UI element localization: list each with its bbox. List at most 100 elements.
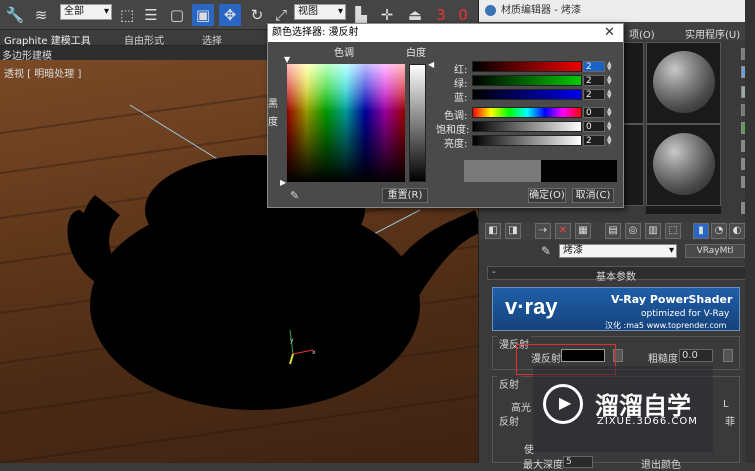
reference-coord-dropdown[interactable]: 视图 ▾ (294, 4, 346, 20)
eyedropper-icon[interactable]: ✎ (290, 189, 299, 202)
teapot-spout (395, 210, 482, 310)
color-picker-title: 颜色选择器: 漫反射 (272, 27, 359, 38)
chevron-down-icon: ▾ (103, 6, 109, 17)
rect-select-icon[interactable]: ▢ (166, 4, 188, 26)
material-name-field[interactable]: 烤漆 ▾ (559, 244, 677, 258)
select-by-name-icon[interactable]: ☰ (140, 4, 162, 26)
roughness-map-button[interactable] (723, 349, 733, 362)
whiteness-marker-icon[interactable]: ◀ (428, 60, 434, 69)
eyedropper-icon[interactable]: ✎ (541, 244, 551, 258)
move-icon[interactable]: ✥ (219, 4, 241, 26)
vray-banner: v·ray V-Ray PowerShader optimized for V-… (492, 287, 740, 331)
menu-item-option[interactable]: 项(O) (629, 26, 655, 41)
whiteness-header: 白度 (406, 48, 426, 59)
rollout-collapse-icon: - (492, 267, 496, 278)
material-editor-titlebar: 材质编辑器 - 烤漆 (479, 0, 755, 22)
svg-text:x: x (312, 349, 316, 356)
sample-slot-row (646, 206, 721, 214)
pick-material-icon[interactable]: ◐ (729, 223, 745, 239)
reflect-label: 反射 (499, 417, 519, 428)
chevron-down-icon: ▾ (668, 245, 674, 256)
saturation-slider[interactable] (472, 121, 582, 132)
color-picker-dialog: 颜色选择器: 漫反射 ✕ 色调 白度 黑度 ▼ ▶ ◀ ✎ 重置(R) 红: 2… (267, 23, 624, 208)
material-type-button[interactable]: VRayMtl (685, 244, 745, 258)
value-spinner[interactable]: 2 (583, 135, 605, 146)
blackness-label: 黑度 (268, 99, 278, 128)
new-color-swatch (541, 160, 617, 182)
show-map-icon[interactable]: ▥ (645, 223, 661, 239)
assign-material-icon[interactable]: ◨ (505, 223, 521, 239)
editor-scrollbar[interactable] (745, 0, 755, 463)
red-spinner[interactable]: 2 (583, 61, 605, 72)
tab-freeform[interactable]: 自由形式 (124, 32, 164, 47)
go-forward-icon[interactable]: ◔ (711, 223, 727, 239)
close-icon[interactable]: ✕ (604, 24, 615, 42)
show-end-result-icon[interactable]: ⬚ (665, 223, 681, 239)
wrench-icon[interactable]: 🔧 (4, 4, 26, 26)
sample-slot[interactable] (646, 42, 721, 124)
go-to-parent-icon[interactable]: ▮ (693, 223, 709, 239)
vray-subtitle: optimized for V-Ray (641, 309, 730, 319)
material-name-row: ✎ 烤漆 ▾ VRayMtl (479, 242, 755, 260)
green-spinner[interactable]: 2 (583, 75, 605, 86)
reflect-group-title: 反射 (497, 376, 521, 391)
rotate-icon[interactable]: ↻ (246, 4, 268, 26)
material-editor-title: 材质编辑器 - 烤漆 (501, 5, 581, 16)
highlight-label: 高光 (511, 403, 531, 414)
blue-spin-arrows[interactable]: ▲ ▼ (607, 89, 614, 100)
saturation-spinner[interactable]: 0 (583, 121, 605, 132)
roughness-spinner[interactable]: 0.0 (679, 349, 713, 362)
menu-item-utilities[interactable]: 实用程序(U) (685, 26, 740, 41)
roughness-label: 粗糙度 (648, 354, 678, 365)
chevron-down-icon: ▾ (337, 6, 343, 17)
blue-slider[interactable] (472, 89, 582, 100)
red-slider[interactable] (472, 61, 582, 72)
ok-button[interactable]: 确定(O) (528, 188, 566, 203)
put-to-scene-icon[interactable]: ⇢ (535, 223, 551, 239)
material-id-icon[interactable]: ◎ (625, 223, 641, 239)
saturation-label: 饱和度: (436, 125, 470, 136)
hue-square-overlay (287, 64, 405, 182)
red-spin-arrows[interactable]: ▲ ▼ (607, 61, 614, 72)
selection-filter-dropdown[interactable]: 全部 ▾ (60, 4, 112, 20)
fresnel-label: 菲 (725, 417, 735, 428)
rollout-header[interactable]: - 基本参数 (487, 266, 749, 283)
reference-coord-value: 视图 (298, 6, 318, 17)
value-slider[interactable] (472, 135, 582, 146)
light-line-2 (369, 209, 421, 237)
red-label: 红: (454, 65, 468, 76)
highlight-lock-button[interactable]: L (723, 399, 729, 410)
reset-button[interactable]: 重置(R) (382, 188, 428, 203)
vray-product: V-Ray PowerShader (611, 293, 733, 306)
make-unique-icon[interactable]: ▦ (575, 223, 591, 239)
hue-marker-icon[interactable]: ▼ (284, 55, 290, 64)
tab-graphite[interactable]: Graphite 建模工具 (4, 32, 91, 47)
blue-label: 蓝: (454, 93, 468, 104)
max-depth-spinner[interactable]: 5 (563, 456, 593, 468)
hue-spinner[interactable]: 0 (583, 107, 605, 118)
value-spin-arrows[interactable]: ▲ ▼ (607, 135, 614, 146)
blackness-marker-icon[interactable]: ▶ (280, 178, 286, 187)
whiteness-bar[interactable] (409, 64, 426, 182)
vray-logo: v·ray (505, 294, 558, 319)
hue-slider[interactable] (472, 107, 582, 118)
blue-spinner[interactable]: 2 (583, 89, 605, 100)
sample-slot[interactable] (646, 124, 721, 206)
green-label: 绿: (454, 79, 468, 90)
green-spin-arrows[interactable]: ▲ ▼ (607, 75, 614, 86)
get-material-icon[interactable]: ◧ (485, 223, 501, 239)
select-arrow-icon[interactable]: ⬚ (116, 4, 138, 26)
helix-icon[interactable]: ≋ (30, 4, 52, 26)
window-crossing-icon[interactable]: ▣ (192, 4, 214, 26)
green-slider[interactable] (472, 75, 582, 86)
delete-icon[interactable]: ✕ (555, 223, 571, 239)
material-toolbar: ◧ ◨ ⇢ ✕ ▦ ▤ ◎ ▥ ⬚ ▮ ◔ ◐ (479, 222, 755, 240)
hue-spin-arrows[interactable]: ▲ ▼ (607, 107, 614, 118)
tab-selection[interactable]: 选择 (202, 32, 222, 47)
watermark: ▶ 溜溜自学 ZIXUE.3D66.COM (533, 366, 713, 452)
cancel-button[interactable]: 取消(C) (572, 188, 614, 203)
vray-credit: 汉化 :ma5 www.toprender.com (605, 321, 727, 330)
saturation-spin-arrows[interactable]: ▲ ▼ (607, 121, 614, 132)
rollout-title: 基本参数 (596, 272, 636, 283)
put-library-icon[interactable]: ▤ (605, 223, 621, 239)
